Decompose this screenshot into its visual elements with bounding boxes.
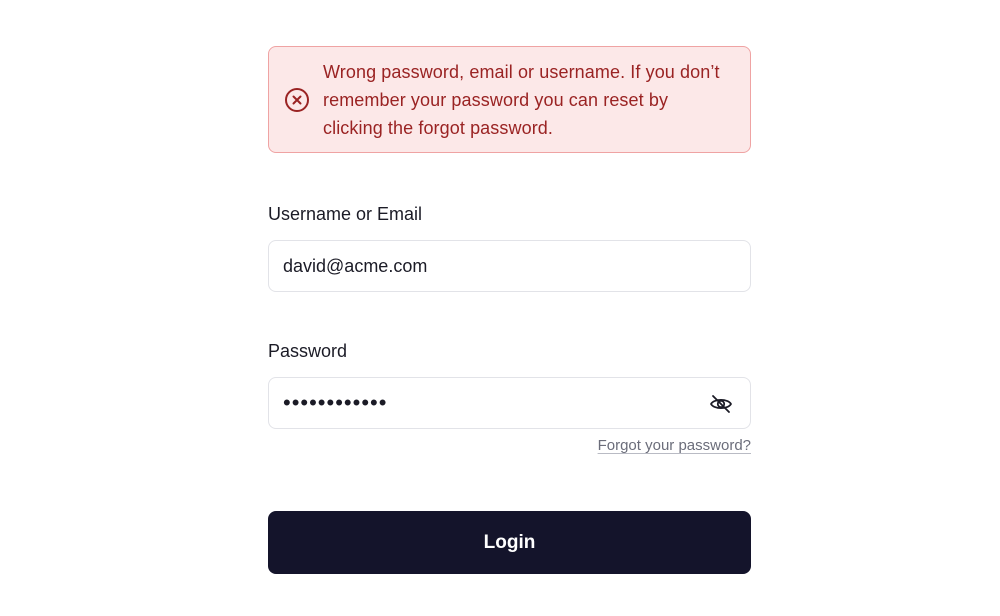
error-alert: Wrong password, email or username. If yo…: [268, 46, 751, 153]
error-circle-icon: [284, 87, 310, 113]
password-field: [268, 377, 751, 429]
forgot-password-link[interactable]: Forgot your password?: [598, 437, 751, 454]
username-field: [268, 240, 751, 292]
username-label: Username or Email: [268, 204, 423, 224]
error-message: Wrong password, email or username. If yo…: [323, 61, 720, 138]
forgot-row: Forgot your password?: [268, 437, 751, 459]
username-input[interactable]: [283, 241, 736, 291]
password-label: Password: [268, 341, 348, 361]
password-input[interactable]: [283, 378, 736, 428]
eye-off-icon[interactable]: [708, 391, 734, 417]
login-form: Wrong password, email or username. If yo…: [268, 46, 751, 574]
login-button[interactable]: Login: [268, 511, 751, 574]
